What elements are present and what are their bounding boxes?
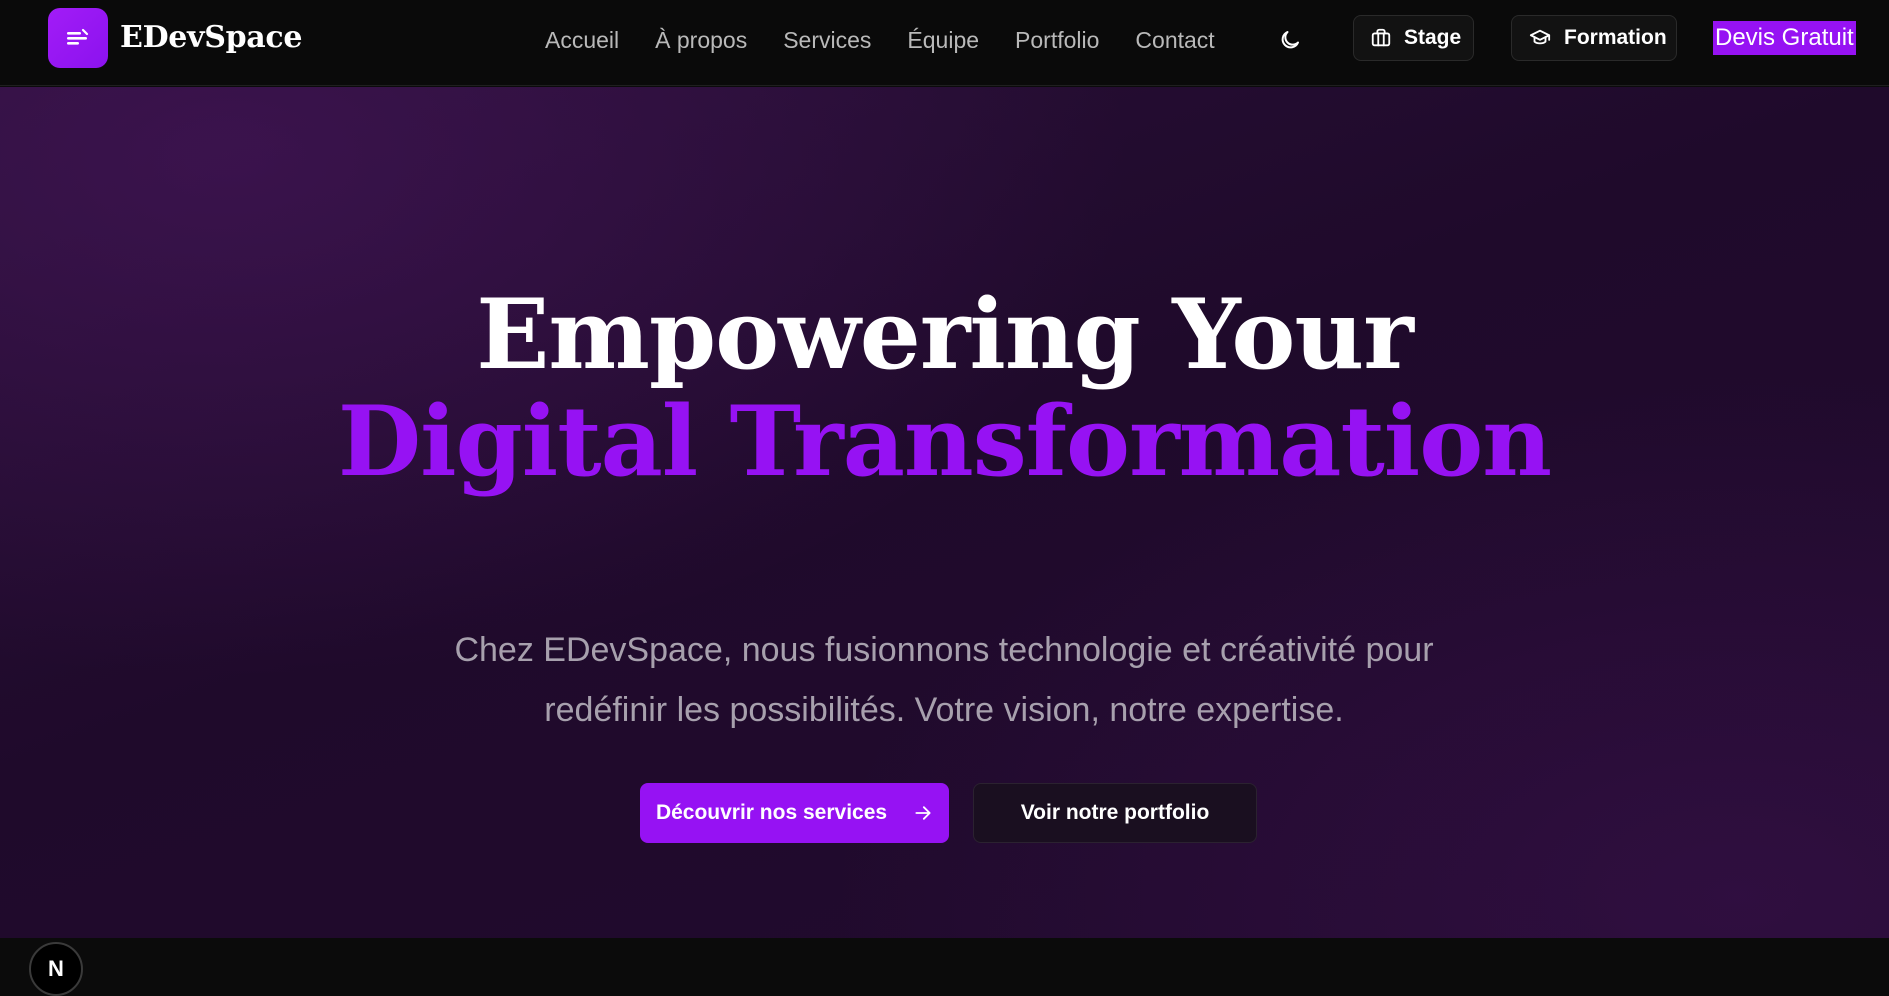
graduation-cap-icon [1528,27,1552,49]
formation-label: Formation [1564,26,1667,49]
menu-lines-icon [65,27,91,49]
nav-link-equipe[interactable]: Équipe [907,24,979,56]
nav-link-contact[interactable]: Contact [1135,24,1214,56]
view-portfolio-button[interactable]: Voir notre portfolio [973,783,1257,843]
hero-subtitle: Chez EDevSpace, nous fusionnons technolo… [454,631,1434,729]
discover-services-label: Découvrir nos services [655,801,888,824]
theme-toggle-button[interactable] [1274,24,1306,56]
nav-link-accueil[interactable]: Accueil [545,24,619,56]
hero-title-line-2: Digital Transformation [337,385,1552,498]
formation-button[interactable]: Formation [1511,15,1677,61]
nav-link-portfolio[interactable]: Portfolio [1015,24,1099,56]
moon-icon [1278,28,1302,52]
nav-link-services[interactable]: Services [783,24,871,56]
brand-name[interactable]: EDevSpace [120,16,302,60]
nextjs-icon[interactable]: N [29,942,83,996]
top-navigation: EDevSpace Accueil À propos Services Équi… [0,0,1889,86]
nav-link-a-propos[interactable]: À propos [655,24,747,56]
arrow-right-icon [913,803,933,823]
logo-mark[interactable] [48,8,108,68]
stage-button[interactable]: Stage [1353,15,1474,61]
nav-links: Accueil À propos Services Équipe Portfol… [545,24,1215,56]
briefcase-icon [1370,27,1392,49]
stage-label: Stage [1404,26,1462,49]
discover-services-button[interactable]: Découvrir nos services [640,783,949,843]
hero-title-line-1: Empowering Your [476,278,1414,391]
hero-section: Empowering Your Digital Transformation C… [0,87,1889,996]
devis-gratuit-button[interactable]: Devis Gratuit [1713,21,1856,55]
